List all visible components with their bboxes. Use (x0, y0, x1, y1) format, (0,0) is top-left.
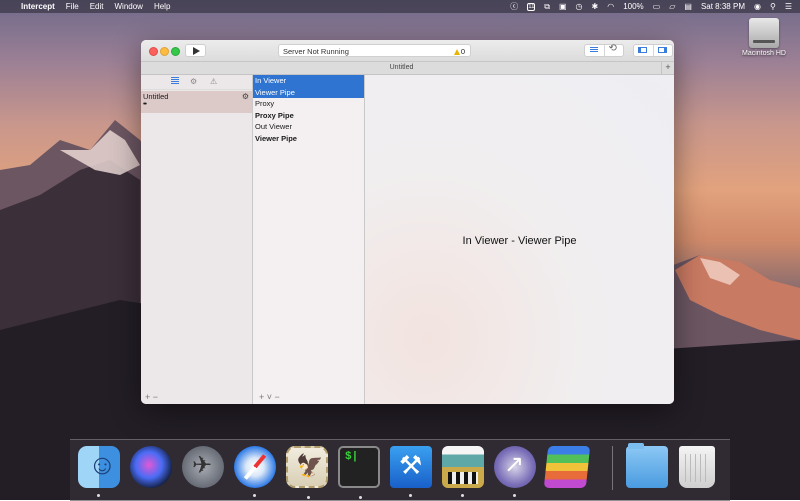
creative-cloud-icon[interactable]: ⓒ (510, 1, 518, 12)
dock (70, 439, 730, 501)
user-icon[interactable]: ◉ (754, 2, 761, 11)
pipe-add-remove[interactable]: + ˅ − (259, 392, 280, 402)
downloads-folder-icon[interactable] (626, 443, 668, 488)
list-item[interactable]: In Viewer (253, 75, 364, 87)
flag-icon[interactable]: ▤ (684, 2, 692, 11)
running-indicator (409, 494, 412, 497)
session-add-remove[interactable]: + − (145, 392, 158, 402)
list-item[interactable]: Viewer Pipe (253, 133, 364, 145)
spotlight-icon[interactable]: ⚲ (770, 2, 776, 11)
menu-edit[interactable]: Edit (90, 2, 104, 11)
desktop-drive[interactable]: Macintosh HD (740, 18, 788, 57)
document-lines-icon[interactable] (585, 45, 604, 56)
launchpad-icon[interactable] (182, 446, 224, 488)
terminal-icon[interactable] (338, 446, 380, 499)
battery-icon[interactable]: ▭ (653, 2, 661, 11)
intercept-app-icon[interactable] (494, 446, 536, 497)
intercept-window: Server Not Running 0 Untitled + ⚙ ⚠ Unti… (141, 40, 674, 404)
editor-mode-control (584, 43, 624, 57)
dropbox-icon[interactable]: ⧉ (544, 2, 550, 12)
session-item[interactable]: Untitled •• ⚙ (141, 91, 252, 113)
session-gear-icon[interactable]: ⚙ (242, 92, 249, 101)
calendar-icon[interactable]: 11 (527, 2, 536, 11)
running-indicator (253, 494, 256, 497)
run-button[interactable] (185, 44, 206, 57)
list-item[interactable]: Viewer Pipe (253, 86, 364, 99)
session-subtitle: •• (143, 101, 147, 108)
wifi-icon[interactable]: ◠ (607, 2, 614, 11)
running-indicator (461, 494, 464, 497)
xcode-icon[interactable] (390, 446, 432, 497)
siri-icon[interactable] (130, 446, 172, 488)
stacks-app-icon[interactable] (543, 446, 591, 488)
finder-icon[interactable] (78, 446, 120, 497)
navigator-icon[interactable] (171, 77, 179, 86)
airplay-icon[interactable]: ▱ (669, 2, 675, 11)
warning-icon (453, 48, 460, 55)
list-item[interactable]: Proxy (253, 98, 364, 110)
menu-file[interactable]: File (66, 2, 79, 11)
warning-counter[interactable]: 0 (453, 46, 465, 56)
tab-untitled[interactable]: Untitled (141, 62, 662, 74)
zoom-button[interactable] (171, 47, 180, 56)
panel-toggle-control (633, 44, 673, 57)
running-indicator (359, 496, 362, 499)
bluetooth-icon[interactable]: ✱ (592, 2, 599, 11)
drive-label: Macintosh HD (742, 50, 786, 57)
trash-icon[interactable] (679, 446, 715, 488)
add-tab-button[interactable]: + (661, 62, 674, 74)
play-icon (193, 47, 200, 55)
server-status-field: Server Not Running 0 (278, 44, 471, 57)
running-indicator (513, 494, 516, 497)
list-item[interactable]: Out Viewer (253, 121, 364, 133)
session-name: Untitled (143, 92, 169, 101)
clock[interactable]: Sat 8:38 PM (701, 2, 745, 11)
session-sidebar: ⚙ ⚠ Untitled •• ⚙ + − (141, 75, 253, 404)
menu-bar: Intercept File Edit Window Help ⓒ 11 ⧉ ▣… (0, 0, 800, 13)
issues-warning-icon[interactable]: ⚠ (210, 77, 217, 86)
right-sidebar-toggle-icon[interactable] (652, 45, 673, 56)
dock-separator (612, 446, 613, 490)
detail-title: In Viewer - Viewer Pipe (462, 235, 577, 247)
history-icon[interactable] (603, 43, 624, 56)
charles-proxy-icon[interactable] (442, 446, 484, 497)
app-menu[interactable]: Intercept (21, 2, 55, 11)
server-status-text: Server Not Running (283, 46, 349, 56)
settings-gear-icon[interactable]: ⚙ (190, 77, 197, 86)
screen-icon[interactable]: ▣ (559, 2, 567, 11)
pipe-list: In Viewer Viewer Pipe Proxy Proxy Pipe O… (253, 75, 365, 404)
safari-icon[interactable] (234, 446, 276, 497)
detail-pane: In Viewer - Viewer Pipe (365, 75, 674, 404)
warning-count: 0 (460, 46, 465, 56)
running-indicator (307, 496, 310, 499)
sidebar-tabs: ⚙ ⚠ (141, 75, 252, 90)
list-item[interactable]: Proxy Pipe (253, 110, 364, 122)
menu-help[interactable]: Help (154, 2, 170, 11)
minimize-button[interactable] (160, 47, 169, 56)
tab-bar: Untitled + (141, 62, 674, 75)
hard-drive-icon[interactable] (749, 18, 779, 48)
time-machine-icon[interactable]: ◷ (576, 2, 583, 11)
running-indicator (97, 494, 100, 497)
mail-icon[interactable] (286, 446, 328, 499)
menu-window[interactable]: Window (114, 2, 142, 11)
titlebar: Server Not Running 0 (141, 40, 674, 62)
battery-percent[interactable]: 100% (623, 2, 643, 11)
close-button[interactable] (149, 47, 158, 56)
notification-center-icon[interactable]: ☰ (785, 2, 792, 11)
left-sidebar-toggle-icon[interactable] (634, 45, 653, 56)
